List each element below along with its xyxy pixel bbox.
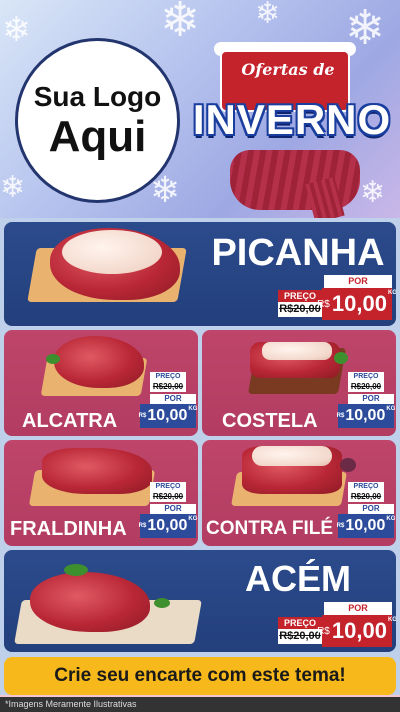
snowflake-icon: ❄ (2, 10, 31, 50)
herb-garnish (334, 352, 348, 364)
currency-symbol: R$ (317, 625, 330, 637)
price-value: 10,00 (331, 618, 387, 643)
fat-layer (262, 342, 332, 360)
new-price: R$ 10,00 KG (138, 404, 198, 428)
new-price-label: POR (150, 394, 196, 404)
alcatra-image (54, 336, 144, 388)
create-flyer-button[interactable]: Crie seu encarte com este tema! (4, 657, 396, 695)
winter-offers-badge: Ofertas de INVERNO (192, 40, 392, 218)
price-value: 10,00 (345, 407, 386, 424)
product-name: PICANHA (211, 232, 385, 274)
old-price-label: PREÇO (150, 372, 186, 381)
logo-text-line2: Aqui (48, 111, 147, 161)
logo-text-line1: Sua Logo (33, 80, 162, 112)
acem-image (30, 572, 150, 632)
product-name: ALCATRA (22, 410, 118, 432)
old-price: R$20,00 (348, 491, 384, 502)
old-price: R$20,00 (278, 629, 322, 644)
snowflake-icon: ❄ (255, 0, 281, 31)
unit-label: KG (387, 617, 396, 623)
fat-layer (252, 446, 332, 466)
new-price: R$ 10,00 KG (317, 288, 396, 320)
product-name: CONTRA FILÉ (206, 518, 334, 539)
new-price-label: POR (150, 504, 196, 514)
old-price: R$20,00 (150, 491, 186, 502)
price-value: 10,00 (345, 517, 386, 534)
onion-garnish (340, 458, 356, 472)
product-card-fraldinha: FRALDINHA PREÇO R$20,00 POR R$ 10,00 KG (4, 440, 198, 546)
new-price: R$ 10,00 KG (317, 615, 396, 647)
old-price-label: PREÇO (278, 617, 322, 629)
currency-symbol: R$ (138, 523, 147, 529)
herb-garnish (154, 598, 170, 608)
product-card-acem: ACÉM POR PREÇO R$20,00 R$ 10,00 KG (4, 550, 396, 652)
new-price: R$ 10,00 KG (336, 404, 396, 428)
old-price-label: PREÇO (150, 482, 186, 491)
unit-label: KG (386, 406, 396, 412)
product-card-contra-file: CONTRA FILÉ PREÇO R$20,00 POR R$ 10,00 K… (202, 440, 396, 546)
header-banner: ❄ ❄ ❄ ❄ ❄ ❄ ❄ Sua Logo Aqui Ofertas de I… (0, 0, 400, 218)
disclaimer-text: *Imagens Meramente Ilustrativas (0, 697, 400, 712)
price-value: 10,00 (147, 517, 188, 534)
currency-symbol: R$ (336, 523, 345, 529)
new-price-label: POR (348, 394, 394, 404)
new-price-label: POR (324, 275, 392, 288)
snowflake-icon: ❄ (0, 170, 26, 205)
product-name: FRALDINHA (10, 518, 127, 540)
currency-symbol: R$ (336, 413, 345, 419)
old-price-label: PREÇO (348, 482, 384, 491)
new-price-label: POR (348, 504, 394, 514)
unit-label: KG (387, 290, 396, 296)
product-name: ACÉM (245, 558, 351, 599)
fraldinha-image (42, 448, 152, 494)
price-value: 10,00 (331, 291, 387, 316)
new-price: R$ 10,00 KG (138, 514, 198, 538)
old-price: R$20,00 (278, 302, 322, 317)
product-card-alcatra: ALCATRA PREÇO R$20,00 POR R$ 10,00 KG (4, 330, 198, 436)
unit-label: KG (188, 406, 198, 412)
old-price: R$20,00 (348, 381, 384, 392)
unit-label: KG (188, 516, 198, 522)
old-price-label: PREÇO (278, 290, 322, 302)
price-value: 10,00 (147, 407, 188, 424)
herb-garnish (64, 564, 88, 576)
currency-symbol: R$ (317, 298, 330, 310)
campaign-title: INVERNO (192, 96, 392, 143)
new-price-label: POR (324, 602, 392, 615)
product-card-picanha: PICANHA POR PREÇO R$20,00 R$ 10,00 KG (4, 222, 396, 326)
herb-garnish (46, 354, 60, 364)
product-name: COSTELA (222, 410, 318, 432)
old-price-label: PREÇO (348, 372, 384, 381)
store-logo-placeholder: Sua Logo Aqui (15, 38, 180, 203)
new-price: R$ 10,00 KG (336, 514, 396, 538)
currency-symbol: R$ (138, 413, 147, 419)
old-price: R$20,00 (150, 381, 186, 392)
campaign-subtitle: Ofertas de (241, 60, 335, 79)
fat-cap (62, 230, 162, 274)
unit-label: KG (386, 516, 396, 522)
product-card-costela: COSTELA PREÇO R$20,00 POR R$ 10,00 KG (202, 330, 396, 436)
